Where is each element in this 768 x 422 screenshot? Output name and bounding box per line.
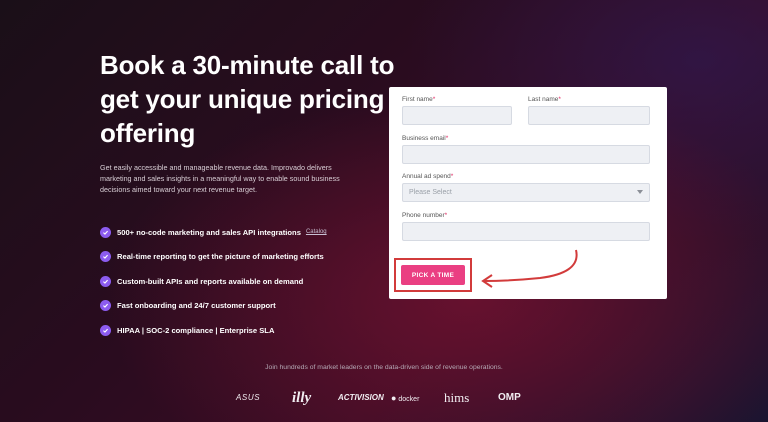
ad-spend-label: Annual ad spend* [402, 173, 454, 180]
check-icon [100, 300, 111, 312]
feature-text: Custom-built APIs and reports available … [117, 276, 304, 286]
last-name-label: Last name* [528, 96, 561, 103]
feature-item: Fast onboarding and 24/7 customer suppor… [100, 294, 327, 319]
check-icon [100, 251, 111, 263]
first-name-input[interactable] [402, 106, 512, 125]
chevron-down-icon [637, 190, 643, 194]
feature-item: Real-time reporting to get the picture o… [100, 245, 327, 270]
hero-description: Get easily accessible and manageable rev… [100, 163, 340, 194]
ad-spend-select[interactable]: Please Select [402, 183, 650, 202]
check-icon [100, 226, 111, 238]
feature-list: 500+ no-code marketing and sales API int… [100, 220, 327, 343]
hims-logo: hims [444, 390, 470, 405]
feature-item: Custom-built APIs and reports available … [100, 269, 327, 294]
check-icon [100, 324, 111, 336]
phone-label: Phone number* [402, 212, 448, 219]
first-name-label: First name* [402, 96, 436, 103]
social-proof-text: Join hundreds of market leaders on the d… [265, 364, 503, 371]
feature-text: Real-time reporting to get the picture o… [117, 252, 324, 262]
page-headline: Book a 30-minute call to get your unique… [100, 50, 395, 148]
business-email-label: Business email* [402, 135, 449, 142]
activision-logo: ACTIVISION [338, 393, 384, 402]
phone-input[interactable] [402, 222, 650, 241]
catalog-link[interactable]: Catalog [306, 229, 327, 235]
business-email-input[interactable] [402, 145, 650, 164]
asus-logo: ASUS [236, 393, 261, 402]
annotation-arrow-icon [481, 249, 578, 288]
omp-logo: OMP [498, 392, 521, 403]
feature-item: HIPAA | SOC-2 compliance | Enterprise SL… [100, 318, 327, 343]
feature-text: Fast onboarding and 24/7 customer suppor… [117, 301, 276, 311]
whale-icon: ● [391, 393, 397, 403]
feature-item: 500+ no-code marketing and sales API int… [100, 220, 327, 245]
docker-logo: ● docker [391, 393, 420, 403]
ad-spend-value: Please Select [409, 189, 452, 196]
feature-text: HIPAA | SOC-2 compliance | Enterprise SL… [117, 325, 275, 335]
last-name-input[interactable] [528, 106, 650, 125]
illy-logo: illy [292, 390, 312, 406]
check-icon [100, 275, 111, 287]
pick-a-time-button[interactable]: PICK A TIME [401, 265, 465, 285]
feature-text: 500+ no-code marketing and sales API int… [117, 227, 301, 237]
client-logos: ASUS illy ACTIVISION ● docker hims OMP [0, 388, 768, 408]
